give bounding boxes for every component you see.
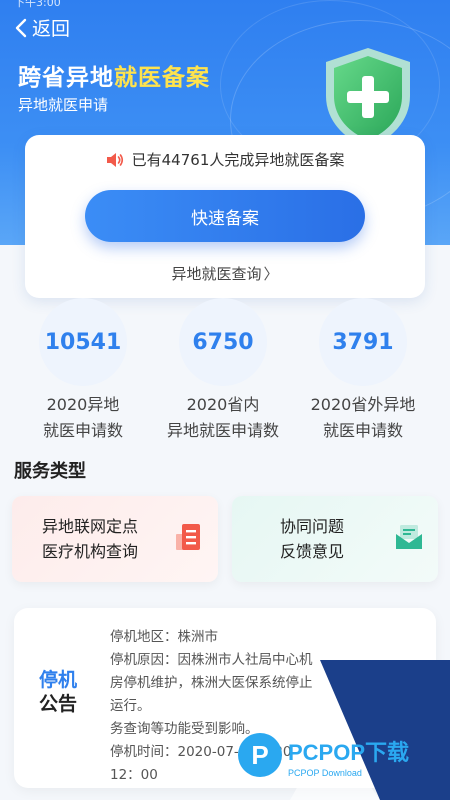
stat-item: 10541 2020异地 就医申请数 bbox=[8, 298, 158, 444]
stat-value: 6750 bbox=[179, 298, 267, 386]
page-subtitle: 异地就医申请 bbox=[18, 96, 109, 114]
query-link[interactable]: 异地就医查询〉 bbox=[25, 263, 425, 284]
announcement-badge: 停机 公告 bbox=[30, 668, 86, 716]
quick-filing-button[interactable]: 快速备案 bbox=[85, 190, 365, 242]
filing-card: 已有44761人完成异地就医备案 快速备案 异地就医查询〉 bbox=[25, 135, 425, 298]
chevron-left-icon bbox=[15, 18, 27, 37]
stat-label-line: 2020省内 bbox=[186, 395, 260, 414]
service-card-institution-query[interactable]: 异地联网定点 医疗机构查询 bbox=[12, 496, 218, 582]
stat-label-line: 就医申请数 bbox=[322, 421, 403, 440]
announcement-region: 停机地区：株洲市 bbox=[110, 629, 218, 645]
back-button[interactable]: 返回 bbox=[14, 14, 70, 41]
stat-label: 2020省外异地 就医申请数 bbox=[288, 392, 438, 444]
service-card-feedback[interactable]: 协同问题 反馈意见 bbox=[232, 496, 438, 582]
watermark-sub: PCPOP Download bbox=[288, 768, 362, 778]
service-label-line: 反馈意见 bbox=[280, 542, 345, 561]
page-title: 跨省异地就医备案 bbox=[18, 58, 210, 92]
notice-text: 已有44761人完成异地就医备案 bbox=[131, 151, 345, 169]
chevron-right-icon: 〉 bbox=[263, 265, 279, 283]
stat-label-line: 2020异地 bbox=[46, 395, 120, 414]
stat-item: 6750 2020省内 异地就医申请数 bbox=[148, 298, 298, 444]
badge-line: 公告 bbox=[38, 693, 77, 715]
title-highlight: 就医备案 bbox=[114, 65, 210, 91]
speaker-icon bbox=[106, 152, 123, 167]
service-label: 异地联网定点 医疗机构查询 bbox=[42, 514, 138, 564]
stat-label: 2020异地 就医申请数 bbox=[8, 392, 158, 444]
service-label-line: 医疗机构查询 bbox=[42, 542, 139, 561]
stat-label-line: 就医申请数 bbox=[42, 421, 123, 440]
service-label-line: 异地联网定点 bbox=[42, 517, 139, 536]
envelope-icon bbox=[396, 525, 422, 549]
badge-line: 停机 bbox=[38, 669, 77, 691]
stats-row: 10541 2020异地 就医申请数 6750 2020省内 异地就医申请数 3… bbox=[0, 298, 450, 448]
services-title: 服务类型 bbox=[14, 461, 86, 482]
title-prefix: 跨省异地 bbox=[18, 65, 114, 91]
watermark-brand: PCPOP下载 bbox=[288, 740, 409, 765]
stat-item: 3791 2020省外异地 就医申请数 bbox=[288, 298, 438, 444]
back-label: 返回 bbox=[32, 18, 71, 40]
stat-label-line: 异地就医申请数 bbox=[166, 421, 279, 440]
service-label-line: 协同问题 bbox=[280, 517, 345, 536]
service-label: 协同问题 反馈意见 bbox=[280, 514, 344, 564]
stat-label: 2020省内 异地就医申请数 bbox=[148, 392, 298, 444]
pcpop-watermark: P PCPOP下载 PCPOP Download bbox=[238, 660, 450, 800]
svg-text:P: P bbox=[251, 740, 268, 770]
status-bar-time: 下午3:00 bbox=[14, 0, 61, 9]
filing-notice: 已有44761人完成异地就医备案 bbox=[25, 149, 425, 170]
stat-value: 3791 bbox=[319, 298, 407, 386]
stat-label-line: 2020省外异地 bbox=[310, 395, 416, 414]
stat-value: 10541 bbox=[39, 298, 127, 386]
building-icon bbox=[176, 524, 200, 550]
time-start: 停机时间：2020-07- bbox=[110, 744, 239, 760]
query-link-label: 异地就医查询 bbox=[171, 265, 262, 283]
